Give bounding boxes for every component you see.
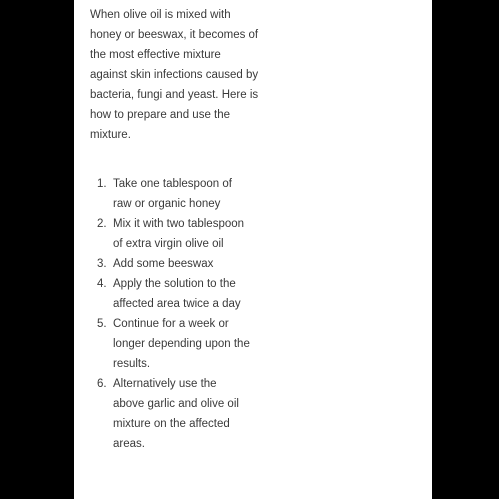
list-item: 2. Mix it with two tablespoon of extra v… (90, 214, 250, 254)
step-text: Take one tablespoon of raw or organic ho… (113, 178, 232, 210)
article-page: When olive oil is mixed with honey or be… (74, 0, 432, 499)
list-item: 5. Continue for a week or longer dependi… (90, 314, 250, 374)
step-text: Continue for a week or longer depending … (113, 318, 250, 370)
step-text: Apply the solution to the affected area … (113, 278, 241, 310)
list-item: 3. Add some beeswax (90, 254, 250, 274)
list-item: 4. Apply the solution to the affected ar… (90, 274, 250, 314)
intro-paragraph: When olive oil is mixed with honey or be… (90, 9, 259, 141)
step-text: Add some beeswax (113, 258, 214, 270)
screen-frame: When olive oil is mixed with honey or be… (0, 0, 499, 499)
step-text: Alternatively use the above garlic and o… (113, 378, 239, 450)
step-number: 5. (97, 318, 107, 330)
step-text: Mix it with two tablespoon of extra virg… (113, 218, 245, 250)
step-number: 3. (97, 258, 107, 270)
step-number: 6. (97, 378, 107, 390)
list-item: 1. Take one tablespoon of raw or organic… (90, 174, 250, 214)
step-number: 2. (97, 218, 107, 230)
step-number: 1. (97, 178, 107, 190)
list-item: 6. Alternatively use the above garlic an… (90, 374, 250, 454)
step-number: 4. (97, 278, 107, 290)
steps-list: 1. Take one tablespoon of raw or organic… (90, 174, 250, 454)
